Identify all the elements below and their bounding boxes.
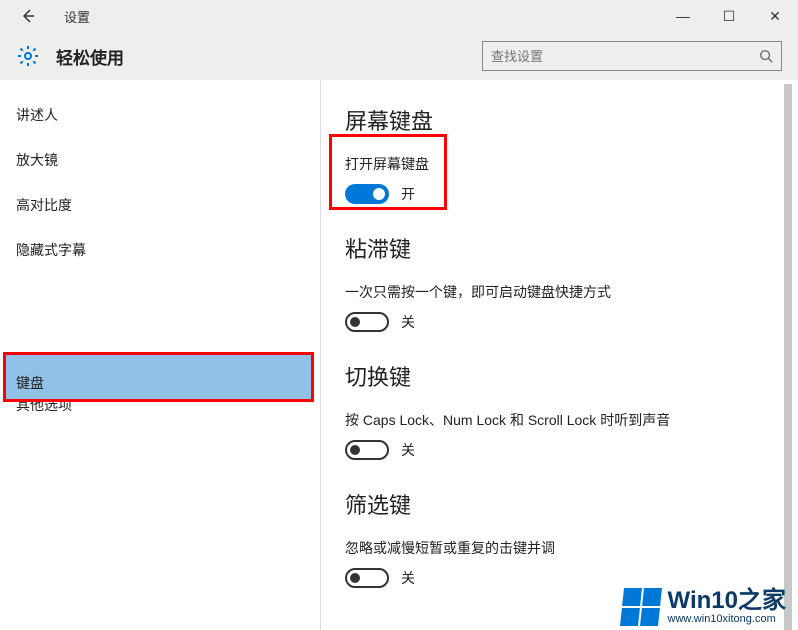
toggle-label: 关 (401, 440, 415, 460)
toggle-filter-keys[interactable] (345, 568, 389, 588)
toggle-toggle-keys[interactable] (345, 440, 389, 460)
content-highlight (329, 134, 447, 210)
header-category: 轻松使用 (56, 44, 124, 69)
sidebar-item-label: 放大镜 (16, 150, 58, 170)
watermark: Win10之家 www.win10xitong.com (622, 588, 786, 626)
maximize-button[interactable]: ☐ (706, 0, 752, 32)
watermark-url: www.win10xitong.com (668, 613, 786, 625)
section-title: 筛选键 (345, 488, 798, 520)
windows-logo-icon (620, 588, 662, 626)
sidebar-item-label: 高对比度 (16, 195, 72, 215)
section-label: 按 Caps Lock、Num Lock 和 Scroll Lock 时听到声音 (345, 410, 798, 430)
section-toggle-keys: 切换键 按 Caps Lock、Num Lock 和 Scroll Lock 时… (345, 360, 798, 460)
toggle-row: 关 (345, 440, 798, 460)
sidebar-item-high-contrast[interactable]: 高对比度 (0, 182, 320, 227)
section-title: 粘滞键 (345, 232, 798, 264)
toggle-label: 关 (401, 568, 415, 588)
minimize-button[interactable]: — (660, 0, 706, 32)
settings-icon (16, 44, 40, 68)
sidebar-item-magnifier[interactable]: 放大镜 (0, 137, 320, 182)
toggle-row: 关 (345, 568, 798, 588)
sidebar-item-label: 讲述人 (16, 105, 58, 125)
sidebar-item-captions[interactable]: 隐藏式字幕 (0, 227, 320, 272)
sidebar: 讲述人 放大镜 高对比度 隐藏式字幕 键盘 鼠标 其他选项 (0, 80, 320, 630)
section-title: 屏幕键盘 (345, 104, 798, 136)
section-filter-keys: 筛选键 忽略或减慢短暂或重复的击键并调 关 (345, 488, 798, 588)
search-box[interactable] (482, 41, 782, 71)
section-label: 一次只需按一个键，即可启动键盘快捷方式 (345, 282, 798, 302)
back-arrow-icon (20, 8, 36, 24)
header: 轻松使用 (0, 32, 798, 80)
selection-highlight (3, 352, 314, 402)
section-title: 切换键 (345, 360, 798, 392)
titlebar: 设置 — ☐ ✕ (0, 0, 798, 32)
sidebar-item-label: 隐藏式字幕 (16, 240, 86, 260)
toggle-label: 关 (401, 312, 415, 332)
section-sticky-keys: 粘滞键 一次只需按一个键，即可启动键盘快捷方式 关 (345, 232, 798, 332)
search-icon[interactable] (751, 49, 781, 63)
search-input[interactable] (483, 49, 751, 64)
toggle-sticky-keys[interactable] (345, 312, 389, 332)
section-label: 忽略或减慢短暂或重复的击键并调 (345, 538, 798, 558)
back-button[interactable] (16, 4, 40, 28)
close-button[interactable]: ✕ (752, 0, 798, 32)
body: 讲述人 放大镜 高对比度 隐藏式字幕 键盘 鼠标 其他选项 屏幕键盘 打开屏幕键… (0, 80, 798, 630)
toggle-row: 关 (345, 312, 798, 332)
sidebar-item-narrator[interactable]: 讲述人 (0, 92, 320, 137)
watermark-brand: Win10之家 (668, 589, 786, 613)
window-title: 设置 (64, 7, 90, 26)
window-controls: — ☐ ✕ (660, 0, 798, 32)
content: 屏幕键盘 打开屏幕键盘 开 粘滞键 一次只需按一个键，即可启动键盘快捷方式 关 … (321, 80, 798, 630)
